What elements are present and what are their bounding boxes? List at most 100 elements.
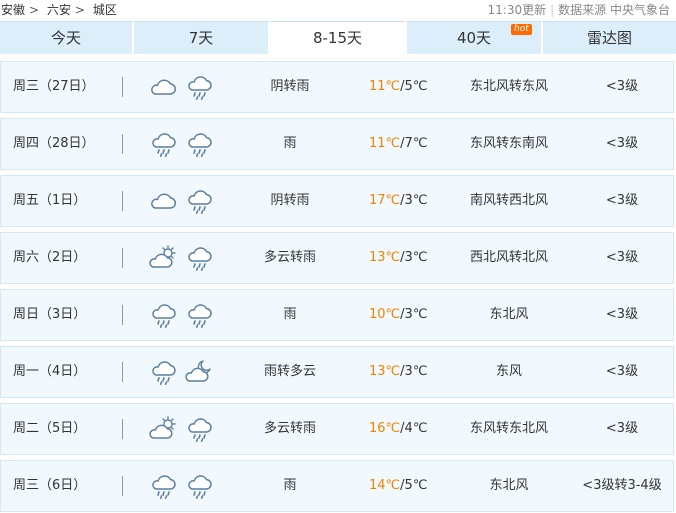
high-temp: 11℃	[369, 79, 401, 94]
forecast-row[interactable]: 周三（6日） 雨 14℃/5℃ 东北风 <3级转3-4级	[0, 460, 674, 512]
cloudy-icon	[148, 187, 178, 215]
forecast-row[interactable]: 周日（3日） 雨 10℃/3℃ 东北风 <3级	[0, 289, 674, 341]
high-temp: 13℃	[369, 364, 401, 379]
breadcrumb-city[interactable]: 六安	[47, 3, 71, 17]
wind-level: <3级	[605, 421, 639, 436]
forecast-date: 周一（4日）	[13, 364, 87, 379]
weather-description: 雨	[283, 307, 297, 322]
update-info: 11:30更新 | 数据来源 中央气象台	[487, 3, 671, 17]
tab-label: 7天	[188, 29, 214, 47]
divider	[122, 248, 123, 268]
breadcrumb: 安徽 > 六安 > 城区	[1, 0, 121, 20]
partly-cloudy-icon	[148, 415, 178, 443]
tab-40-days[interactable]: 40天 hot	[407, 21, 543, 54]
rain-icon	[184, 73, 214, 101]
high-temp: 16℃	[369, 421, 401, 436]
tab-radar[interactable]: 雷达图	[543, 21, 676, 54]
weather-description: 多云转雨	[263, 421, 316, 436]
high-temp: 10℃	[369, 307, 401, 322]
divider	[122, 77, 123, 97]
weather-icons	[148, 73, 214, 101]
divider	[122, 134, 123, 154]
low-temp: 5℃	[404, 478, 428, 493]
data-source: 中央气象台	[609, 3, 670, 17]
forecast-row[interactable]: 周二（5日） 多云转雨 16℃/4℃ 东风转东北风 <3级	[0, 403, 674, 455]
data-source-label: 数据来源	[558, 3, 607, 17]
temperature: 11℃/5℃	[369, 62, 427, 112]
weather-icons	[148, 358, 214, 386]
top-bar: 安徽 > 六安 > 城区 11:30更新 | 数据来源 中央气象台	[0, 0, 676, 20]
divider	[122, 191, 123, 211]
weather-icons	[148, 301, 214, 329]
weather-description: 阴转雨	[270, 79, 310, 94]
temperature: 13℃/3℃	[369, 233, 427, 283]
tab-8-15-days[interactable]: 8-15天	[270, 21, 407, 54]
wind-level: <3级	[605, 250, 639, 265]
low-temp: 3℃	[404, 193, 428, 208]
tab-7-days[interactable]: 7天	[134, 21, 270, 54]
tab-label: 今天	[50, 29, 81, 47]
tab-label: 40天	[456, 29, 492, 47]
high-temp: 14℃	[369, 478, 401, 493]
temperature: 11℃/7℃	[369, 119, 427, 169]
forecast-row[interactable]: 周一（4日） 雨转多云 13℃/3℃ 东风 <3级	[0, 346, 674, 398]
temperature: 17℃/3℃	[369, 176, 427, 226]
cloudy-icon	[148, 73, 178, 101]
rain-icon	[148, 358, 178, 386]
divider	[122, 419, 123, 439]
forecast-date: 周三（27日）	[13, 79, 95, 94]
high-temp: 17℃	[369, 193, 401, 208]
rain-icon	[148, 301, 178, 329]
tab-label: 8-15天	[312, 29, 363, 47]
weather-icons	[148, 187, 214, 215]
rain-icon	[184, 472, 214, 500]
breadcrumb-separator: >	[74, 3, 85, 17]
temperature: 16℃/4℃	[369, 404, 427, 454]
breadcrumb-province[interactable]: 安徽	[1, 3, 25, 17]
wind-level: <3级	[605, 193, 639, 208]
low-temp: 3℃	[404, 364, 428, 379]
rain-icon	[184, 187, 214, 215]
cloudy-night-icon	[184, 358, 214, 386]
divider	[122, 476, 123, 496]
wind-level: <3级	[605, 79, 639, 94]
forecast-list: 周三（27日） 阴转雨 11℃/5℃ 东北风转东风 <3级 周四（28日） 雨 …	[0, 61, 676, 513]
temperature: 13℃/3℃	[369, 347, 427, 397]
weather-description: 雨	[283, 478, 297, 493]
low-temp: 4℃	[404, 421, 428, 436]
forecast-date: 周日（3日）	[13, 307, 87, 322]
low-temp: 5℃	[404, 79, 428, 94]
partly-cloudy-icon	[148, 244, 178, 272]
forecast-tabs: 今天 7天 8-15天 40天 hot 雷达图	[0, 21, 676, 54]
forecast-row[interactable]: 周五（1日） 阴转雨 17℃/3℃ 南风转西北风 <3级	[0, 175, 674, 227]
temperature: 14℃/5℃	[369, 461, 427, 511]
rain-icon	[184, 244, 214, 272]
weather-description: 雨转多云	[263, 364, 316, 379]
divider	[122, 305, 123, 325]
forecast-date: 周五（1日）	[13, 193, 87, 208]
divider	[122, 362, 123, 382]
weather-icons	[148, 415, 214, 443]
rain-icon	[148, 472, 178, 500]
forecast-row[interactable]: 周四（28日） 雨 11℃/7℃ 东风转东南风 <3级	[0, 118, 674, 170]
forecast-date: 周六（2日）	[13, 250, 87, 265]
rain-icon	[184, 415, 214, 443]
tab-today[interactable]: 今天	[0, 21, 134, 54]
rain-icon	[184, 130, 214, 158]
high-temp: 11℃	[369, 136, 401, 151]
weather-description: 阴转雨	[270, 193, 310, 208]
update-time: 11:30更新	[487, 3, 547, 17]
forecast-date: 周二（5日）	[13, 421, 87, 436]
low-temp: 3℃	[404, 307, 428, 322]
hot-badge: hot	[511, 24, 532, 35]
wind-level: <3级转3-4级	[582, 478, 662, 493]
weather-description: 雨	[283, 136, 297, 151]
rain-icon	[148, 130, 178, 158]
wind-level: <3级	[605, 307, 639, 322]
wind-level: <3级	[605, 136, 639, 151]
breadcrumb-district[interactable]: 城区	[93, 3, 117, 17]
weather-icons	[148, 472, 214, 500]
forecast-row[interactable]: 周六（2日） 多云转雨 13℃/3℃ 西北风转北风 <3级	[0, 232, 674, 284]
forecast-row[interactable]: 周三（27日） 阴转雨 11℃/5℃ 东北风转东风 <3级	[0, 61, 674, 113]
low-temp: 7℃	[404, 136, 428, 151]
